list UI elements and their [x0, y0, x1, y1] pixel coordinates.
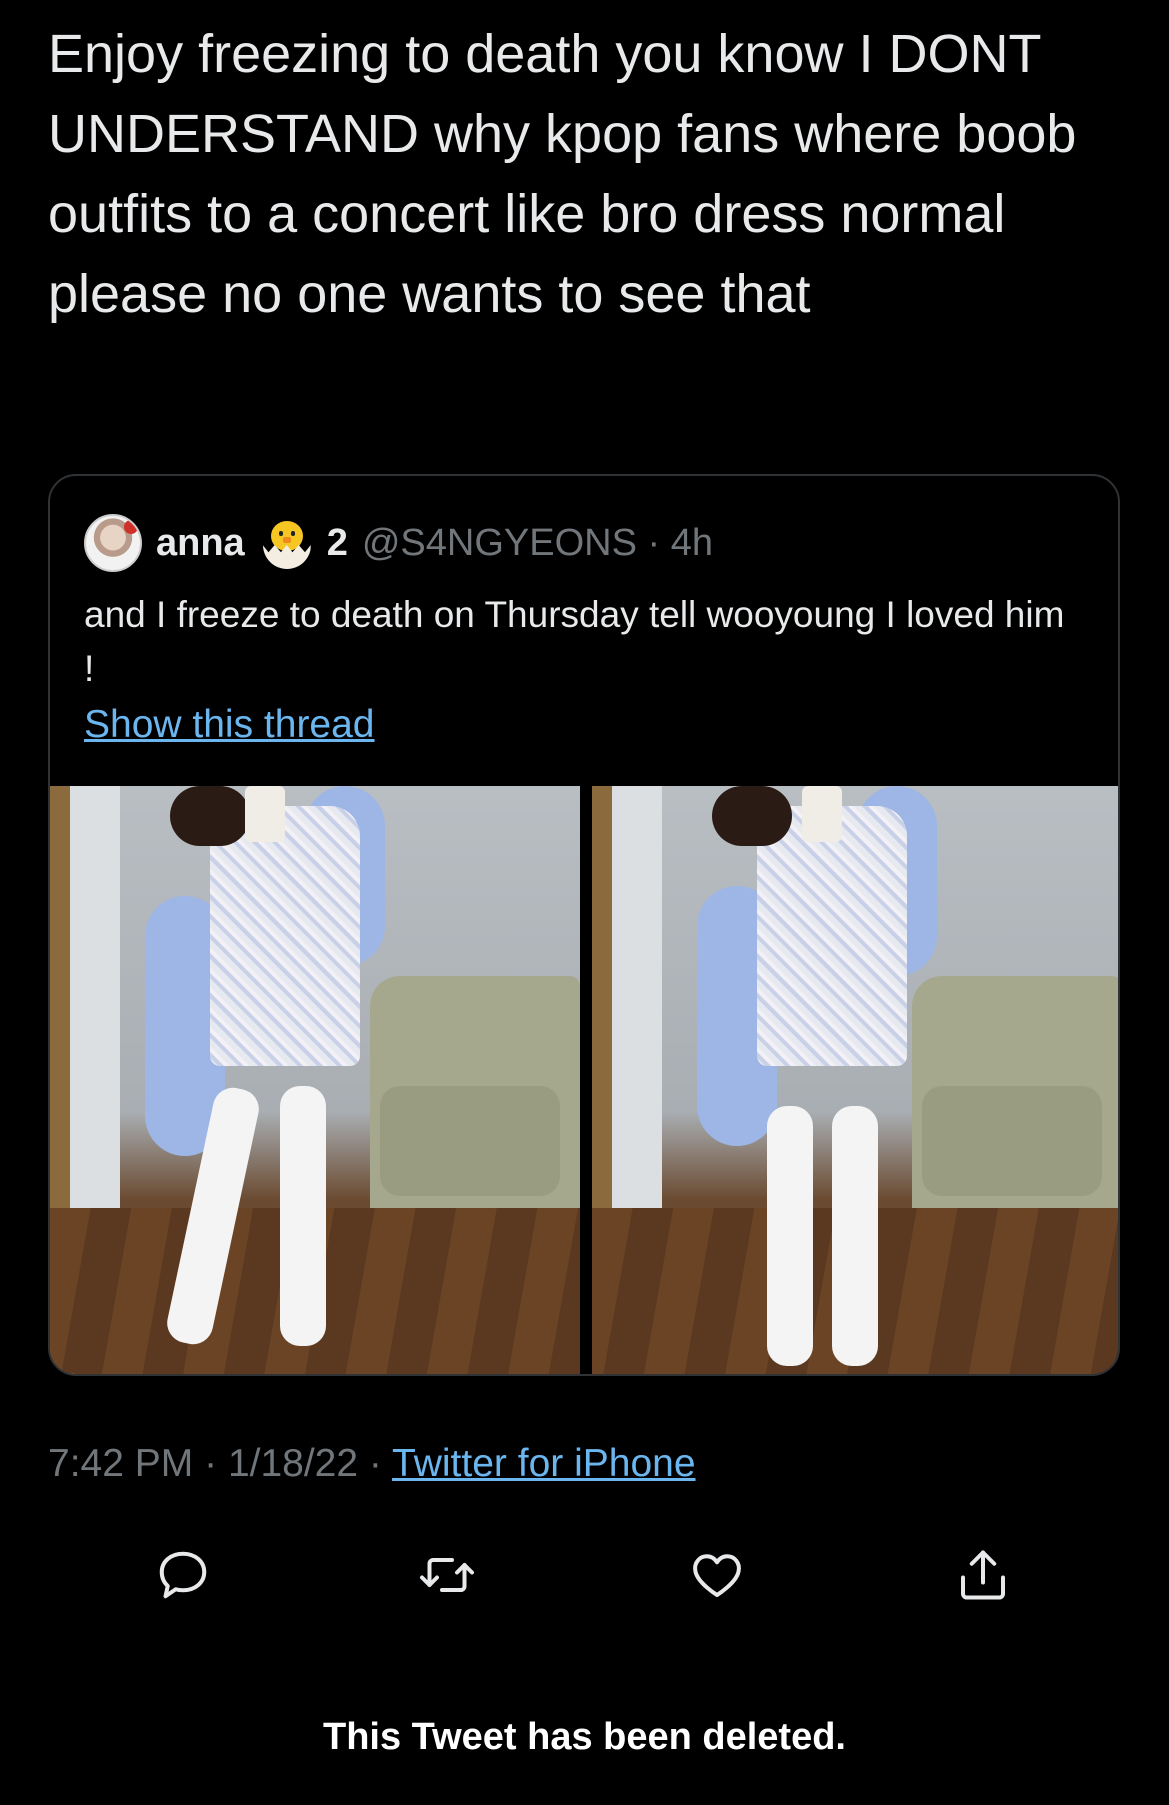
retweet-button[interactable]	[412, 1540, 482, 1610]
tweet-time: 7:42 PM	[48, 1442, 194, 1485]
heart-icon	[693, 1554, 741, 1597]
quoted-media-grid	[50, 786, 1118, 1374]
share-icon	[961, 1550, 1005, 1600]
separator-dot: ·	[368, 1442, 382, 1485]
quoted-handle-and-age: @S4NGYEONS · 4h	[362, 522, 713, 565]
quoted-tweet-card[interactable]: anna 2 @S4NGYEONS · 4h and I freeze to d…	[48, 474, 1120, 1376]
tweet-metadata: 7:42 PM · 1/18/22 · Twitter for iPhone	[48, 1442, 696, 1486]
quoted-handle: @S4NGYEONS	[361, 521, 637, 564]
deleted-tweet-notice: This Tweet has been deleted.	[323, 1716, 846, 1758]
like-button[interactable]	[682, 1540, 752, 1610]
quoted-age: 4h	[670, 521, 713, 564]
tweet-date: 1/18/22	[227, 1442, 359, 1485]
media-photo-2[interactable]	[592, 786, 1118, 1374]
media-photo-1[interactable]	[50, 786, 580, 1374]
quoted-tweet-header: anna 2 @S4NGYEONS · 4h	[84, 512, 713, 574]
retweet-icon	[420, 1558, 474, 1592]
tweet-action-bar	[0, 1540, 1169, 1610]
separator-dot: ·	[204, 1442, 218, 1485]
show-thread-link[interactable]: Show this thread	[84, 698, 375, 752]
hatching-chick-emoji-icon	[261, 515, 313, 571]
quoted-display-name[interactable]: anna	[156, 522, 245, 565]
share-button[interactable]	[948, 1540, 1018, 1610]
name-suffix-number: 2	[326, 521, 348, 564]
separator-dot: ·	[647, 521, 661, 564]
avatar[interactable]	[84, 514, 142, 572]
tweet-source-link[interactable]: Twitter for iPhone	[392, 1442, 695, 1485]
tweet-text: Enjoy freezing to death you know I DONT …	[48, 24, 1092, 324]
reply-icon	[159, 1551, 207, 1599]
reply-button[interactable]	[148, 1540, 218, 1610]
quoted-tweet-text: and I freeze to death on Thursday tell w…	[84, 594, 1065, 689]
